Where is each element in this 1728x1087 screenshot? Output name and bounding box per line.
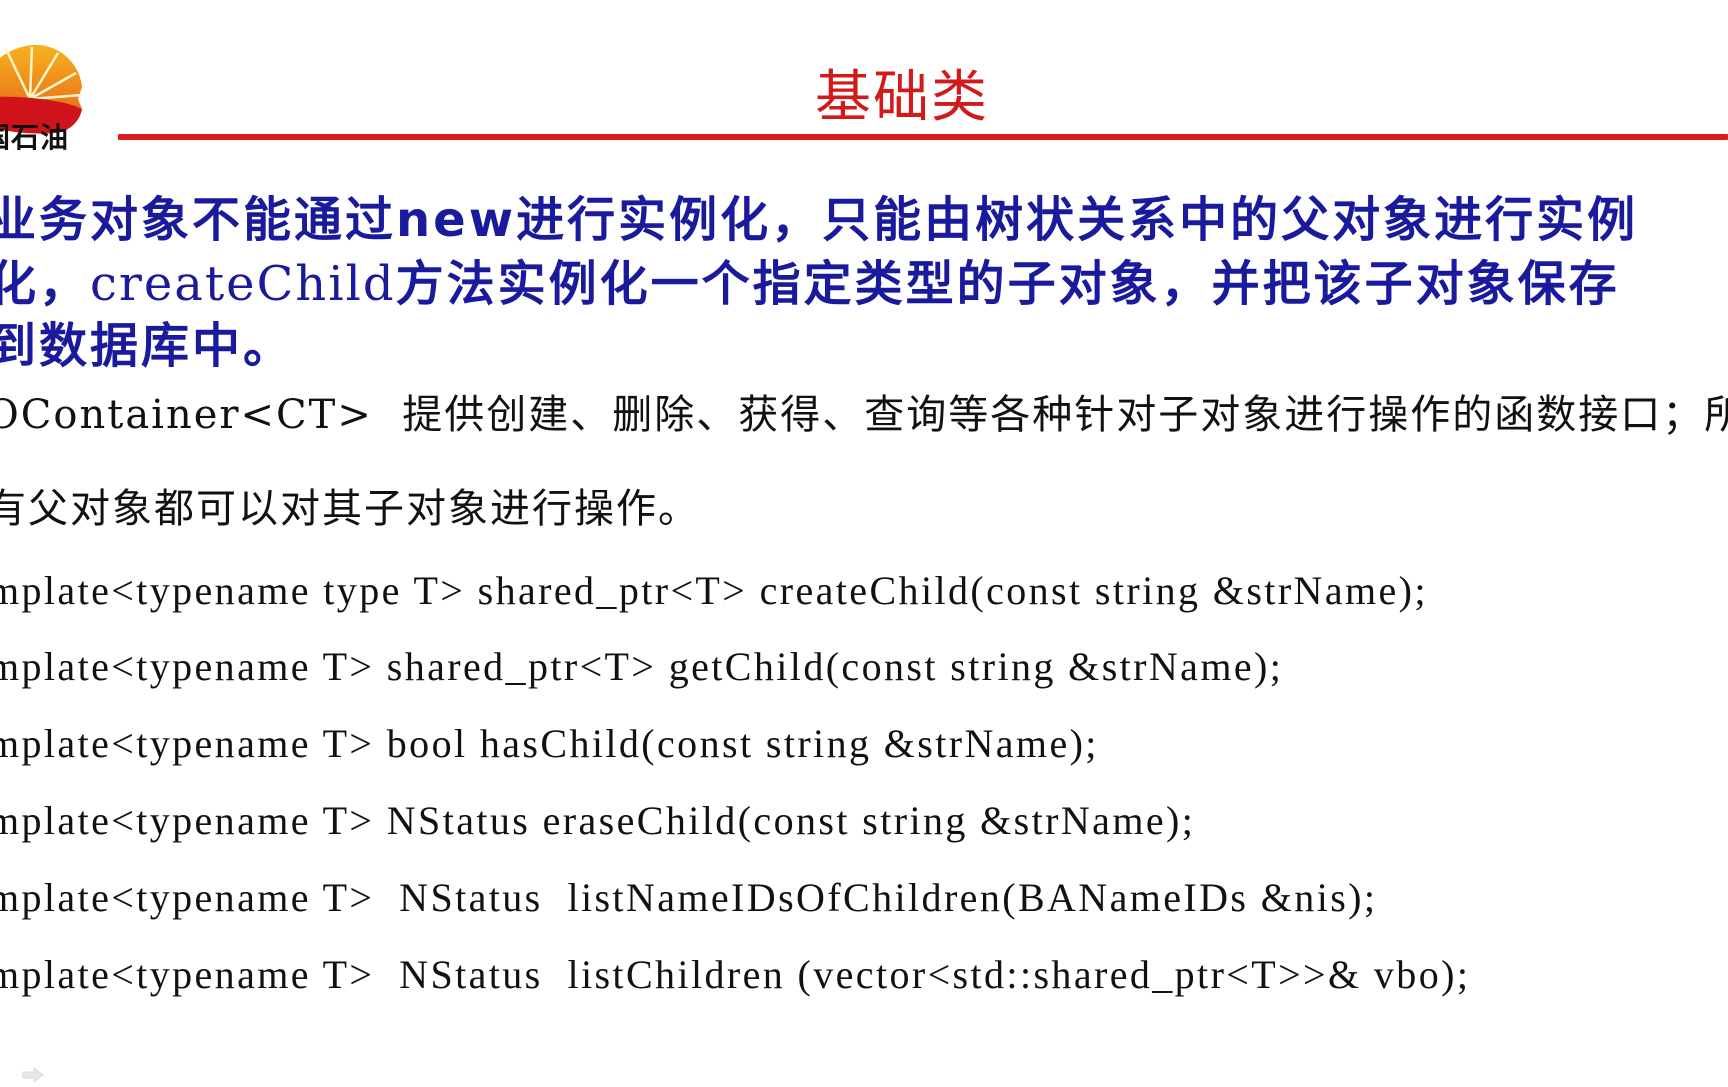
container-desc-line-1: OContainer<CT> 提供创建、删除、获得、查询等各种针对子对象进行操作… bbox=[0, 392, 1728, 438]
create-child-code: createChild bbox=[90, 256, 396, 312]
logo-text: 国石油 bbox=[0, 121, 70, 154]
code-line-erase-child: mplate<typename T> NStatus eraseChild(co… bbox=[0, 798, 1196, 843]
intro-line-2: 化，createChild方法实例化一个指定类型的子对象，并把该子对象保存 bbox=[0, 244, 1620, 314]
intro-line-2-suffix: 方法实例化一个指定类型的子对象，并把该子对象保存 bbox=[395, 256, 1620, 312]
code-line-get-child: mplate<typename T> shared_ptr<T> getChil… bbox=[0, 644, 1284, 689]
title-divider bbox=[118, 134, 1728, 140]
intro-line-2-prefix: 化， bbox=[0, 256, 91, 312]
intro-line-1: 业务对象不能通过new进行实例化，只能由树状关系中的父对象进行实例 bbox=[0, 192, 1639, 248]
code-line-list-children: mplate<typename T> NStatus listChildren … bbox=[0, 952, 1471, 997]
petrochina-logo-icon bbox=[0, 18, 83, 134]
next-slide-arrow-icon[interactable] bbox=[12, 1048, 44, 1084]
slide-title: 基础类 bbox=[815, 65, 989, 130]
code-line-has-child: mplate<typename T> bool hasChild(const s… bbox=[0, 721, 1099, 766]
code-line-create-child: mplate<typename type T> shared_ptr<T> cr… bbox=[0, 568, 1428, 613]
intro-line-3: 到数据库中。 bbox=[0, 318, 295, 374]
code-line-list-name-ids: mplate<typename T> NStatus listNameIDsOf… bbox=[0, 875, 1378, 920]
container-desc-line-2: 有父对象都可以对其子对象进行操作。 bbox=[0, 486, 700, 532]
